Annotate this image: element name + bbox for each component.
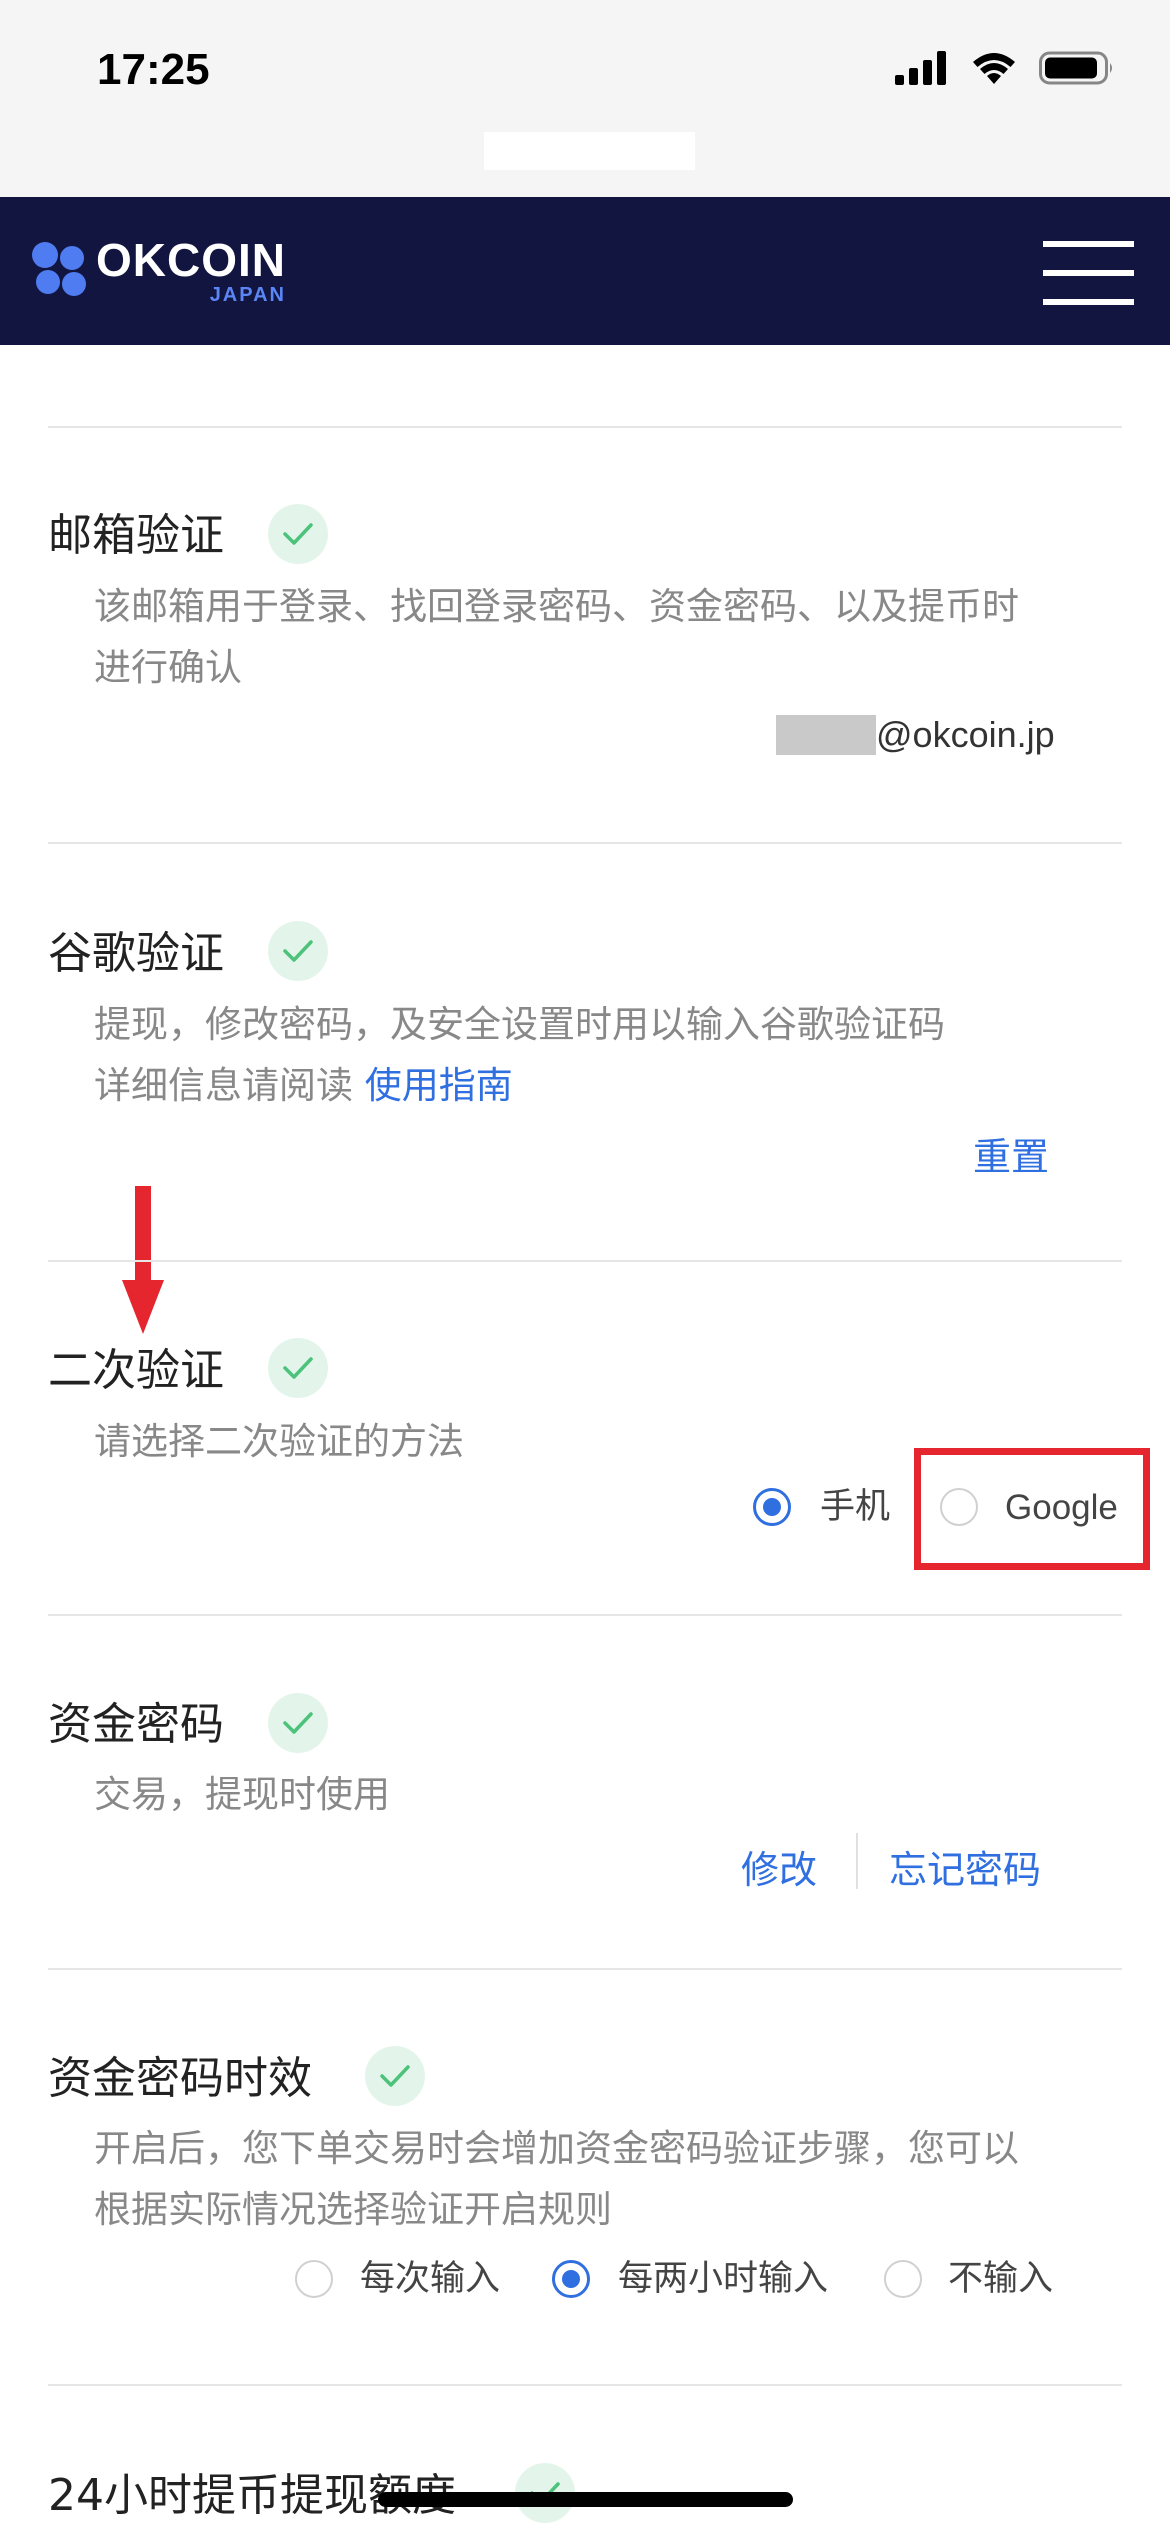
okcoin-logo[interactable]: OKCOIN JAPAN [32, 237, 286, 305]
section-divider [48, 1260, 1122, 1262]
email-domain: @okcoin.jp [876, 714, 1055, 755]
home-indicator[interactable] [378, 2492, 793, 2507]
google-verification-desc-1: 提现，修改密码，及安全设置时用以输入谷歌验证码 [94, 1003, 945, 1046]
action-separator [856, 1833, 858, 1889]
fund-password-title: 资金密码 [48, 1699, 224, 1750]
second-verification-title: 二次验证 [48, 1345, 224, 1396]
radio-phone-label[interactable]: 手机 [820, 1490, 890, 1525]
fund-validity-desc-1: 开启后，您下单交易时会增加资金密码验证步骤，您可以 [94, 2127, 1019, 2170]
radio-every-time[interactable] [295, 2260, 333, 2298]
google-verification-desc-2: 详细信息请阅读 使用指南 [94, 1055, 513, 1116]
fund-password-desc: 交易，提现时使用 [94, 1773, 390, 1816]
red-highlight-box [914, 1448, 1150, 1570]
modify-fund-password-link[interactable]: 修改 [741, 1839, 817, 1894]
email-verification-desc-1: 该邮箱用于登录、找回登录密码、资金密码、以及提币时 [94, 585, 1019, 628]
wifi-icon [973, 53, 1015, 84]
radio-never[interactable] [884, 2260, 922, 2298]
bound-email: @okcoin.jp [776, 714, 1055, 756]
status-time: 17:25 [97, 45, 210, 94]
section-divider [48, 1968, 1122, 1970]
radio-phone[interactable] [753, 1488, 791, 1526]
verified-check-icon [268, 921, 328, 981]
google-verification-title: 谷歌验证 [48, 928, 224, 979]
radio-every-two-hours-label[interactable]: 每两小时输入 [618, 2262, 828, 2297]
section-divider [48, 842, 1122, 844]
verified-check-icon [268, 1338, 328, 1398]
address-bar [484, 132, 695, 170]
email-verification-title: 邮箱验证 [48, 510, 224, 561]
forgot-fund-password-link[interactable]: 忘记密码 [889, 1839, 1041, 1894]
menu-icon[interactable] [1043, 241, 1134, 305]
radio-every-time-label[interactable]: 每次输入 [360, 2262, 500, 2297]
fund-validity-title: 资金密码时效 [48, 2053, 312, 2104]
usage-guide-link[interactable]: 使用指南 [365, 1064, 513, 1107]
reset-google-link[interactable]: 重置 [973, 1126, 1049, 1181]
logo-subtext: JAPAN [209, 284, 286, 306]
second-verification-desc: 请选择二次验证的方法 [94, 1420, 464, 1463]
verified-check-icon [268, 504, 328, 564]
section-divider [48, 2384, 1122, 2386]
top-navbar: OKCOIN JAPAN [0, 197, 1170, 345]
cellular-signal-icon [895, 51, 946, 85]
verified-check-icon [365, 2046, 425, 2106]
battery-icon [1039, 51, 1112, 85]
section-divider [48, 426, 1122, 428]
guide-prefix: 详细信息请阅读 [94, 1064, 365, 1107]
status-bar: 17:25 [0, 0, 1170, 197]
status-icons [895, 50, 1115, 86]
verified-check-icon [268, 1693, 328, 1753]
fund-validity-desc-2: 根据实际情况选择验证开启规则 [94, 2188, 612, 2231]
logo-dots-icon [32, 242, 90, 300]
logo-text: OKCOIN [96, 234, 286, 286]
section-divider [48, 1614, 1122, 1616]
email-redaction [776, 715, 876, 755]
radio-every-two-hours[interactable] [552, 2260, 590, 2298]
email-verification-desc-2: 进行确认 [94, 646, 242, 689]
radio-never-label[interactable]: 不输入 [948, 2262, 1053, 2297]
